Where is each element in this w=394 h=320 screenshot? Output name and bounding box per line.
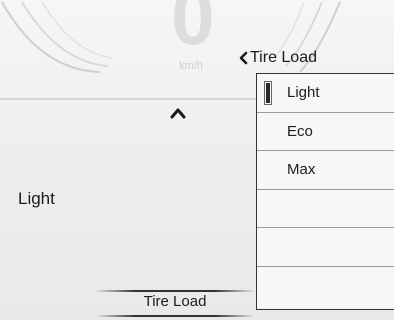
speed-unit: km/h [179,60,203,72]
selected-marker-icon [266,83,270,103]
tab-line-bottom [95,315,255,317]
speed-value: 0 [171,0,215,61]
menu-item-empty [257,228,394,267]
menu-item-label: Light [287,84,320,102]
menu-item-light[interactable]: Light [257,74,394,113]
menu-item-eco[interactable]: Eco [257,113,394,151]
section-divider [0,98,260,100]
menu-item-empty [257,190,394,228]
bottom-tab-label: Tire Load [143,293,207,310]
menu-list: Light Eco Max [256,73,394,310]
bottom-tab[interactable]: Tire Load [95,286,255,320]
tab-line-top [95,290,255,292]
menu-title: Tire Load [250,49,317,66]
menu-item-max[interactable]: Max [257,151,394,190]
caret-up-icon[interactable] [168,104,188,122]
chevron-left-icon[interactable] [238,51,248,65]
menu-item-label: Eco [287,122,313,140]
menu-item-empty [257,267,394,306]
instrument-cluster-display: 0 km/h Light Tire Load Tire Load Light E… [0,0,394,320]
current-setting-value: Light [18,189,55,208]
menu-header[interactable]: Tire Load [238,47,317,69]
menu-item-label: Max [287,161,316,179]
